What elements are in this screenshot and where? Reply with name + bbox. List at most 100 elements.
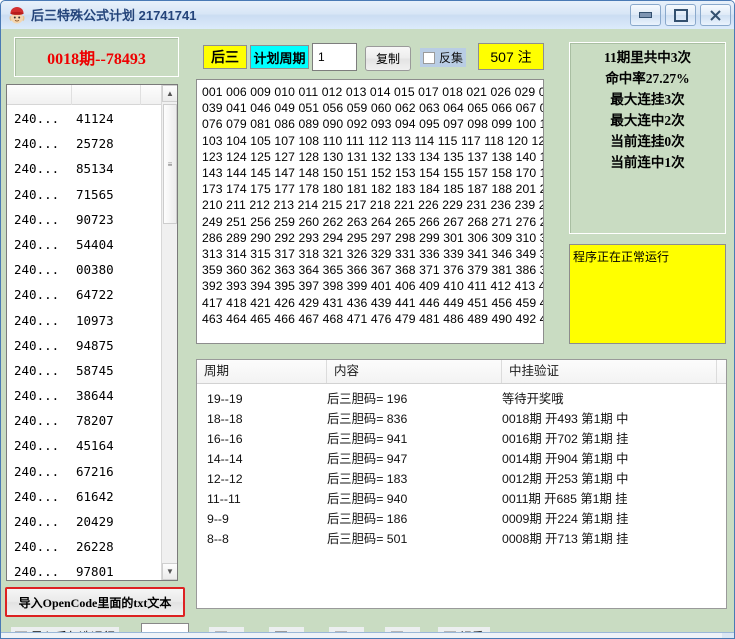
- results-table[interactable]: 周期 内容 中挂验证 19--19 后三胆码= 196 等待开奖哦 18--18 后三胆…: [196, 359, 727, 609]
- list-item-col1: 240...: [14, 388, 60, 404]
- draw-history-header: [7, 85, 177, 105]
- col-header-content: 内容: [327, 360, 502, 383]
- status-message-box: 程序正在正常运行: [569, 244, 726, 344]
- cell-period: 8--8: [207, 532, 229, 546]
- list-item-col1: 240...: [14, 136, 60, 152]
- cell-content: 后三胆码= 940: [327, 492, 408, 506]
- number-row: 143 144 145 147 148 150 151 152 153 154 …: [202, 166, 543, 181]
- number-row: 076 079 081 086 089 090 092 093 094 095 …: [202, 117, 543, 132]
- list-item-col2: 78207: [76, 413, 114, 429]
- cycle-input[interactable]: 1: [312, 43, 357, 71]
- table-row[interactable]: 11--11 后三胆码= 940 0011期 开685 第1期 挂: [197, 489, 726, 509]
- cell-verify: 0009期 开224 第1期 挂: [502, 512, 629, 526]
- list-item[interactable]: 240... 71565: [7, 182, 162, 207]
- list-item[interactable]: 240... 41124: [7, 106, 162, 131]
- list-item[interactable]: 240... 61642: [7, 484, 162, 509]
- invert-label: 反集: [439, 51, 464, 65]
- table-row[interactable]: 14--14 后三胆码= 947 0014期 开904 第1期 中: [197, 449, 726, 469]
- cell-period: 12--12: [207, 472, 243, 486]
- col-header-period: 周期: [197, 360, 327, 383]
- list-item-col1: 240...: [14, 362, 60, 378]
- number-row: 103 104 105 107 108 110 111 112 113 114 …: [202, 133, 544, 148]
- list-item[interactable]: 240... 00380: [7, 257, 162, 282]
- scrollbar-thumb[interactable]: ≡: [163, 104, 177, 224]
- cell-period: 9--9: [207, 512, 229, 526]
- list-item[interactable]: 240... 10973: [7, 308, 162, 333]
- list-item[interactable]: 240... 58745: [7, 358, 162, 383]
- list-item-col1: 240...: [14, 161, 60, 177]
- table-row[interactable]: 8--8 后三胆码= 501 0008期 开713 第1期 挂: [197, 529, 726, 549]
- list-item-col2: 41124: [76, 111, 114, 126]
- table-row[interactable]: 16--16 后三胆码= 941 0016期 开702 第1期 挂: [197, 429, 726, 449]
- client-area: 0018期--78493 240... 41124 240... 25728 240..…: [1, 29, 734, 638]
- list-item[interactable]: 240... 78207: [7, 408, 162, 433]
- maximize-button[interactable]: [665, 4, 696, 26]
- cell-verify: 0011期 开685 第1期 挂: [502, 492, 628, 506]
- app-window: 后三特殊公式计划 21741741 0018期--78493 240... 41…: [0, 0, 735, 639]
- statistic-line: 最大连挂3次: [610, 92, 685, 107]
- cycle-label-badge: 计划周期: [250, 45, 309, 69]
- draw-history-list[interactable]: 240... 41124 240... 25728 240... 85134 240... 7…: [6, 84, 178, 581]
- list-item-col1: 240...: [14, 514, 60, 529]
- list-item-col2: 26228: [76, 539, 114, 555]
- close-button[interactable]: [700, 4, 731, 26]
- list-item-col2: 10973: [76, 312, 114, 328]
- list-item[interactable]: 240... 20429: [7, 509, 162, 534]
- resize-grip-icon[interactable]: [722, 633, 734, 638]
- scroll-up-icon[interactable]: ▲: [162, 85, 177, 102]
- list-item-col2: 90723: [76, 211, 114, 227]
- number-combination-grid[interactable]: 001 006 009 010 011 012 013 014 015 017 …: [196, 79, 544, 344]
- cell-content: 后三胆码= 183: [327, 472, 408, 486]
- list-item[interactable]: 240... 45164: [7, 433, 162, 458]
- cell-verify: 0016期 开702 第1期 挂: [502, 432, 629, 446]
- statistic-line: 当前连挂0次: [610, 134, 685, 149]
- draw-history-scrollbar[interactable]: ▲ ≡ ▼: [161, 85, 177, 580]
- cell-period: 14--14: [207, 452, 243, 466]
- minimize-button[interactable]: [630, 4, 661, 26]
- copy-button[interactable]: 复制: [365, 46, 411, 71]
- number-row: 417 418 421 426 429 431 436 439 441 446 …: [202, 295, 543, 310]
- cell-content: 后三胆码= 186: [327, 512, 408, 526]
- cell-content: 后三胆码= 196: [327, 392, 408, 406]
- statistic-line: 当前连中1次: [610, 155, 685, 170]
- list-item[interactable]: 240... 67216: [7, 459, 162, 484]
- table-row[interactable]: 9--9 后三胆码= 186 0009期 开224 第1期 挂: [197, 509, 726, 529]
- maximize-icon: [673, 8, 688, 22]
- cell-verify: 0012期 开253 第1期 中: [502, 472, 629, 486]
- import-opencode-txt-button[interactable]: 导入OpenCode里面的txt文本: [5, 587, 185, 617]
- number-row: 392 393 394 395 397 398 399 401 406 409 …: [202, 279, 543, 294]
- list-item[interactable]: 240... 38644: [7, 383, 162, 408]
- cell-content: 后三胆码= 941: [327, 432, 408, 446]
- list-item-col2: 64722: [76, 287, 114, 303]
- list-item-col2: 20429: [76, 514, 114, 529]
- cell-period: 11--11: [207, 492, 241, 506]
- mode-badge-houzhan[interactable]: 后三: [203, 45, 247, 69]
- list-item[interactable]: 240... 85134: [7, 156, 162, 181]
- table-row[interactable]: 12--12 后三胆码= 183 0012期 开253 第1期 中: [197, 469, 726, 489]
- status-message-text: 程序正在正常运行: [573, 250, 670, 264]
- list-item[interactable]: 240... 26228: [7, 534, 162, 559]
- number-row: 313 314 315 317 318 321 326 329 331 336 …: [202, 247, 543, 262]
- list-item-col2: 61642: [76, 488, 114, 504]
- invert-checkbox-box[interactable]: [423, 51, 435, 64]
- app-avatar-icon: [9, 7, 25, 24]
- number-row: 001 006 009 010 011 012 013 014 015 017 …: [202, 85, 543, 99]
- list-item-col2: 67216: [76, 463, 114, 479]
- number-row: 249 251 256 259 260 262 263 264 265 266 …: [202, 214, 543, 229]
- list-item-col1: 240...: [14, 211, 60, 227]
- list-item[interactable]: 240... 64722: [7, 282, 162, 307]
- number-row: 210 211 212 213 214 215 217 218 221 226 …: [202, 198, 543, 213]
- list-item[interactable]: 240... 54404: [7, 232, 162, 257]
- table-row[interactable]: 19--19 后三胆码= 196 等待开奖哦: [197, 389, 726, 409]
- list-item[interactable]: 240... 25728: [7, 131, 162, 156]
- invert-set-checkbox[interactable]: 反集: [420, 48, 467, 67]
- list-item-col2: 45164: [76, 438, 114, 454]
- list-item[interactable]: 240... 90723: [7, 207, 162, 232]
- number-row: 123 124 125 127 128 130 131 132 133 134 …: [202, 149, 543, 164]
- statistics-panel: 11期里共中3次 命中率27.27% 最大连挂3次 最大连中2次 当前连挂0次 当前连中1…: [569, 42, 726, 234]
- list-item[interactable]: 240... 94875: [7, 333, 162, 358]
- scroll-down-icon[interactable]: ▼: [162, 563, 177, 580]
- list-item[interactable]: 240... 97801: [7, 559, 162, 580]
- col-header-spacer: [717, 360, 726, 383]
- table-row[interactable]: 18--18 后三胆码= 836 0018期 开493 第1期 中: [197, 409, 726, 429]
